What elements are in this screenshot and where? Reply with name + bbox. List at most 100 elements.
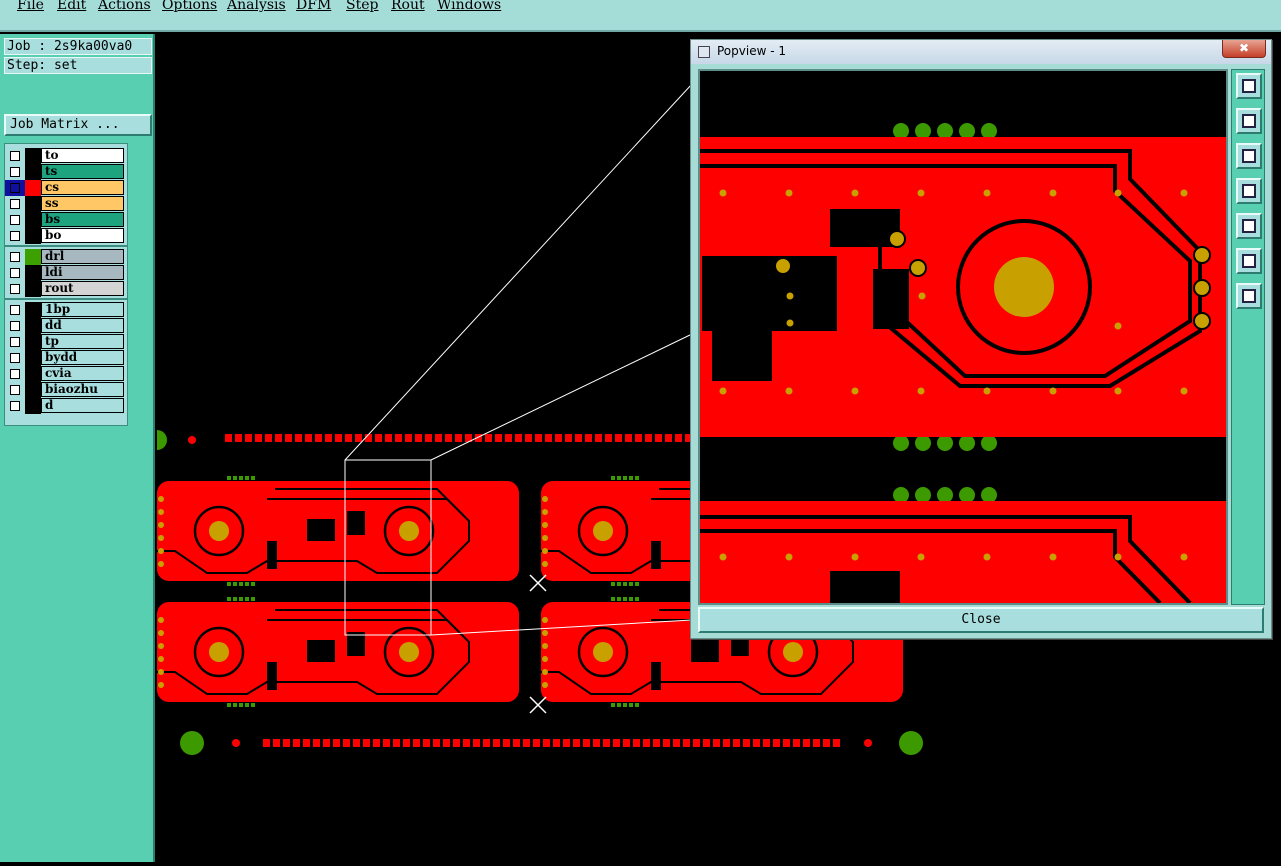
layer-color-swatch [25,302,41,318]
layer-row-cs[interactable]: cs [5,180,124,196]
pan-right-icon-button[interactable] [1236,213,1262,239]
menu-dfm[interactable]: DFM [296,0,331,13]
small-pad [983,387,991,395]
layer-name[interactable]: ts [41,164,124,179]
board-3 [157,597,519,707]
rail-pad [355,434,362,442]
small-pad [918,292,926,300]
layer-row-drl[interactable]: drl [5,249,127,265]
fiducial-dot [864,739,872,747]
menu-analysis[interactable]: Analysis [227,0,286,13]
layer-checkbox[interactable] [10,284,20,294]
layer-checkbox[interactable] [10,337,20,347]
layer-checkbox[interactable] [10,183,20,193]
layer-row-ldi[interactable]: ldi [5,265,127,281]
layer-name[interactable]: tp [41,334,124,349]
layer-row-d[interactable]: d [5,398,127,414]
layer-row-cvia[interactable]: cvia [5,366,127,382]
small-pad [719,387,727,395]
zoom-in-icon-button[interactable] [1236,283,1262,309]
menu-edit[interactable]: Edit [57,0,86,13]
layer-checkbox[interactable] [10,268,20,278]
drill-mark [245,597,249,601]
rail-pad [793,739,800,747]
zoom-fit-icon-button[interactable] [1236,73,1262,99]
pan-up-icon-button[interactable] [1236,108,1262,134]
layer-checkbox[interactable] [10,353,20,363]
layer-name[interactable]: d [41,398,124,413]
rail-pad [583,739,590,747]
layer-color-swatch [25,398,41,414]
layer-checkbox[interactable] [10,321,20,331]
layer-checkbox[interactable] [10,215,20,225]
layer-row-ss[interactable]: ss [5,196,127,212]
component-cutout [702,256,837,331]
rail-pad [273,739,280,747]
layer-checkbox[interactable] [10,385,20,395]
component-cutout [651,541,661,569]
menu-options[interactable]: Options [162,0,217,13]
layer-name[interactable]: biaozhu [41,382,124,397]
drill-mark [251,703,255,707]
layer-name[interactable]: drl [41,249,124,264]
layer-row-ts[interactable]: ts [5,164,127,180]
menu-rout[interactable]: Rout [391,0,425,13]
close-icon[interactable]: ✖ [1222,40,1266,58]
layer-name[interactable]: rout [41,281,124,296]
layer-row-bo[interactable]: bo [5,228,127,244]
popview-viewport[interactable] [698,69,1228,605]
rail-pad [533,739,540,747]
layer-color-swatch [25,148,41,164]
layer-row-bydd[interactable]: bydd [5,350,127,366]
layer-checkbox[interactable] [10,369,20,379]
layer-checkbox[interactable] [10,151,20,161]
layer-checkbox[interactable] [10,252,20,262]
layer-row-1bp[interactable]: 1bp [5,302,127,318]
layer-name[interactable]: bo [41,228,124,243]
layer-name[interactable]: dd [41,318,124,333]
popview-titlebar[interactable]: Popview - 1 ✖ [691,40,1271,64]
job-matrix-button[interactable]: Job Matrix ... [4,114,152,136]
menu-step[interactable]: Step [346,0,378,13]
rail-pad [505,434,512,442]
layer-row-biaozhu[interactable]: biaozhu [5,382,127,398]
layer-checkbox[interactable] [10,305,20,315]
layer-row-tp[interactable]: tp [5,334,127,350]
drill-mark [239,582,243,586]
layer-checkbox[interactable] [10,231,20,241]
layer-list: to ts cs ss bs bo drl ldi rout 1bp dd tp bydd cvia bia… [4,143,128,426]
layer-row-rout[interactable]: rout [5,281,127,297]
popview-close-button[interactable]: Close [698,607,1264,633]
layer-checkbox[interactable] [10,167,20,177]
layer-name[interactable]: cs [41,180,124,195]
layer-name[interactable]: ss [41,196,124,211]
fiducial [899,731,923,755]
layer-name[interactable]: bydd [41,350,124,365]
small-pad [1180,189,1188,197]
layer-checkbox[interactable] [10,199,20,209]
drill-hole [937,487,953,503]
pan-down-icon-button[interactable] [1236,143,1262,169]
small-pad [1114,189,1122,197]
layer-name[interactable]: 1bp [41,302,124,317]
drill-mark [617,582,621,586]
layer-row-bs[interactable]: bs [5,212,127,228]
pan-left-icon-button[interactable] [1236,178,1262,204]
layer-name[interactable]: bs [41,212,124,227]
menu-file[interactable]: File [17,0,44,13]
zoomed-pcb-view[interactable] [700,71,1226,603]
rail-pad [585,434,592,442]
rail-pad [463,739,470,747]
layer-name[interactable]: ldi [41,265,124,280]
menu-actions[interactable]: Actions [98,0,151,13]
small-pad [1114,553,1122,561]
layer-name[interactable]: cvia [41,366,124,381]
popview-title: Popview - 1 [717,44,786,58]
menu-windows[interactable]: Windows [437,0,501,13]
layer-name[interactable]: to [41,148,124,163]
layer-checkbox[interactable] [10,401,20,411]
layer-row-dd[interactable]: dd [5,318,127,334]
fiducial [180,731,204,755]
layer-row-to[interactable]: to [5,148,127,164]
zoom-out-icon-button[interactable] [1236,248,1262,274]
